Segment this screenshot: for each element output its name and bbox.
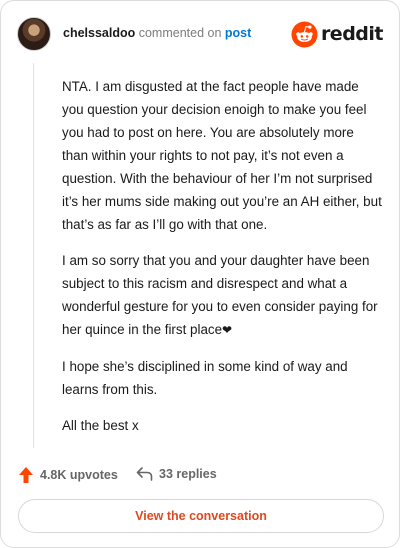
replies-button[interactable]: 33 replies — [136, 466, 217, 482]
action-text: commented on — [138, 26, 222, 40]
comment-actions: 4.8K upvotes 33 replies — [18, 464, 382, 488]
reddit-snoo-icon — [291, 20, 318, 48]
brand-wordmark: reddit — [320, 23, 384, 45]
comment-paragraph-text: I am so sorry that you and your daughter… — [62, 253, 378, 337]
reply-arrow-icon — [136, 467, 153, 481]
post-link[interactable]: post — [225, 26, 251, 40]
comment-paragraph: NTA. I am disgusted at the fact people h… — [62, 79, 382, 232]
username[interactable]: chelssaldoo — [63, 26, 135, 40]
avatar[interactable] — [17, 17, 51, 51]
reply-count: 33 replies — [159, 467, 217, 481]
comment-paragraph: I hope she’s disciplined in some kind of… — [62, 359, 348, 397]
comment-card: chelssaldoo commented on post reddit NTA… — [0, 0, 400, 548]
comment-header: chelssaldoo commented on post reddit — [17, 17, 384, 53]
view-conversation-button[interactable]: View the conversation — [18, 499, 384, 533]
upvote-button[interactable]: 4.8K upvotes — [18, 466, 118, 484]
thread-line — [33, 63, 34, 448]
comment-meta: chelssaldoo commented on post — [63, 26, 251, 40]
upvote-count: 4.8K upvotes — [40, 468, 118, 482]
heart-icon: ❤ — [222, 323, 233, 337]
reddit-logo[interactable]: reddit — [291, 19, 384, 49]
comment-body: NTA. I am disgusted at the fact people h… — [62, 75, 382, 450]
comment-paragraph: I am so sorry that you and your daughter… — [62, 249, 382, 342]
comment-paragraph: All the best x — [62, 418, 139, 433]
arrow-up-icon — [19, 467, 33, 483]
